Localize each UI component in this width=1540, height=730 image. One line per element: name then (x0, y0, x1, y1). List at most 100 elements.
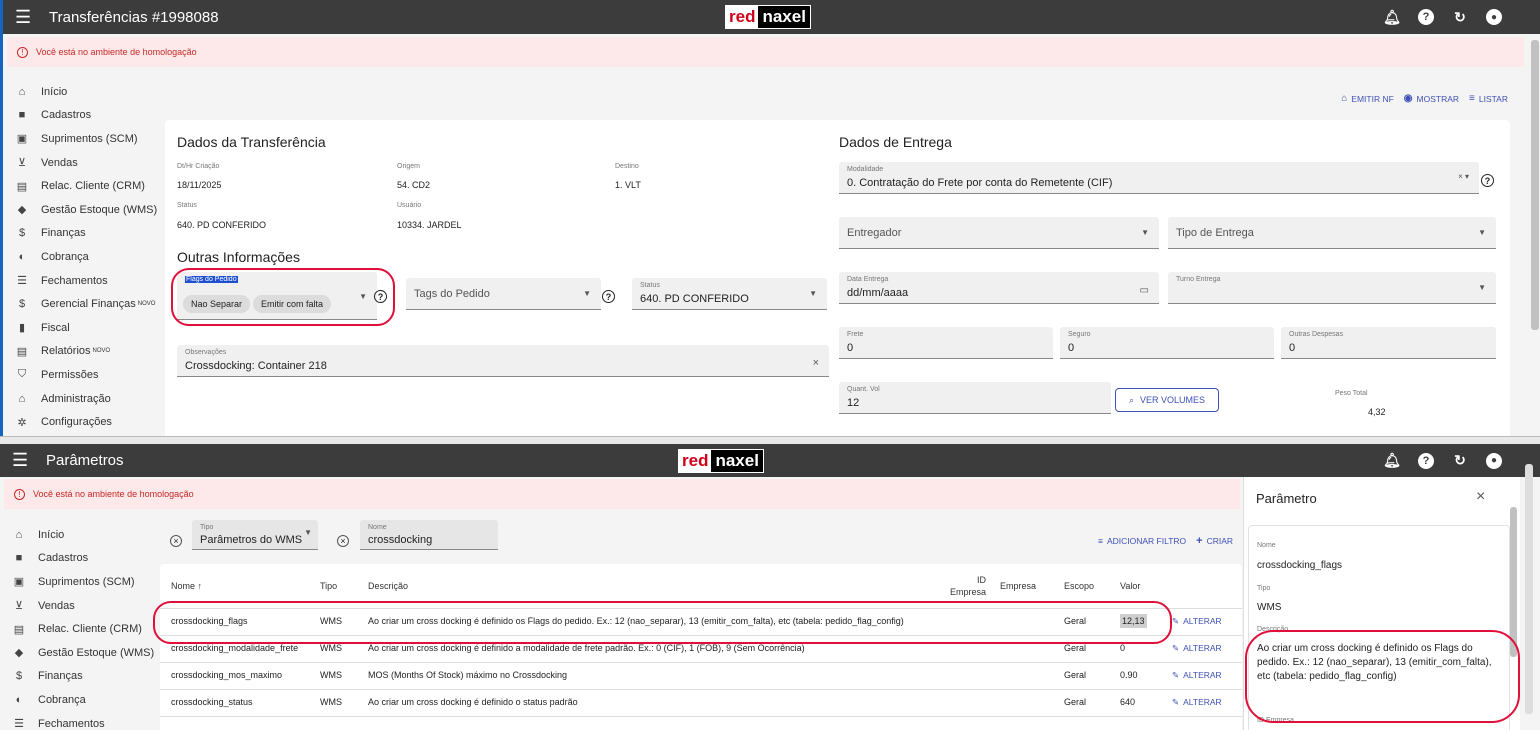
sidebar-item-cobranca[interactable]: ◐ Cobrança (3, 245, 163, 269)
dropdown-arrow-icon[interactable]: ▼ (304, 528, 312, 537)
flags-select[interactable]: Flags do Pedido Nao Separar Emitir com fa… (177, 272, 377, 320)
sidebar-item-inicio[interactable]: ⌂ Início (3, 80, 163, 104)
menu-icon[interactable]: ☰ (15, 7, 35, 28)
screenshot-separator (0, 436, 1540, 444)
money-icon: $ (18, 227, 26, 240)
sidebar-item-vendas[interactable]: ⊻ Vendas (3, 151, 163, 175)
seguro-field[interactable]: Seguro 0 (1060, 327, 1274, 359)
sort-arrow-up-icon[interactable]: ↑ (198, 581, 203, 591)
observacoes-field[interactable]: Observações Crossdocking: Container 218 … (177, 345, 829, 377)
listar-button[interactable]: ≡ LISTAR (1469, 93, 1508, 104)
account-icon[interactable]: ● (1486, 9, 1502, 25)
nome-filter[interactable]: Nome crossdocking (360, 520, 498, 550)
sidebar-item-relatorios[interactable]: ▤ Relatórios NOVO (3, 340, 163, 364)
alterar-button[interactable]: ✎ ALTERAR (1172, 696, 1222, 709)
alterar-button[interactable]: ✎ ALTERAR (1172, 615, 1222, 628)
sidebar-item-financas[interactable]: $ Finanças (3, 222, 163, 246)
scrollbar[interactable] (1531, 40, 1539, 330)
sidebar-item-relac-cliente-crm[interactable]: ▤ Relac. Cliente (CRM) (3, 174, 163, 198)
refresh-icon[interactable]: ↻ (1452, 452, 1468, 469)
bell-icon[interactable]: 🔔︎ (1383, 452, 1401, 469)
col-escopo[interactable]: Escopo (1064, 564, 1120, 609)
sidebar-item-fechamentos[interactable]: ☰ Fechamentos (0, 712, 160, 730)
help-circle-icon[interactable]: ? (1481, 174, 1494, 187)
col-id-empresa[interactable]: ID Empresa (930, 564, 1000, 609)
sidebar-item-gerencial-financas[interactable]: $ Gerencial Finanças NOVO (3, 292, 163, 316)
account-icon[interactable]: ● (1486, 452, 1502, 469)
table-row[interactable]: crossdocking_mos_maximo WMS MOS (Months Of… (160, 662, 1242, 690)
help-circle-icon[interactable]: ? (374, 290, 387, 303)
modalidade-select[interactable]: Modalidade 0. Contratação do Frete por c… (839, 162, 1479, 194)
outras-despesas-field[interactable]: Outras Despesas 0 (1281, 327, 1496, 359)
tipo-filter[interactable]: Tipo Parâmetros do WMS ▼ (192, 520, 318, 550)
transfer-window: ☰ Transferências #1998088 red naxel 🔔︎ ? … (0, 0, 1540, 436)
close-icon[interactable]: × (1476, 488, 1485, 506)
dropdown-arrow-icon[interactable]: ▼ (1141, 228, 1149, 237)
help-icon[interactable]: ? (1418, 9, 1434, 25)
sidebar-item-configuracoes[interactable]: ✲ Configurações (3, 410, 163, 434)
scrollbar[interactable] (1525, 464, 1533, 714)
refresh-icon[interactable]: ↻ (1452, 9, 1468, 25)
cell-empty (1000, 662, 1064, 690)
table-row[interactable]: crossdocking_flags WMS Ao criar um cross d… (160, 608, 1242, 636)
mostrar-button[interactable]: ◉ MOSTRAR (1404, 93, 1459, 104)
entregador-select[interactable]: Entregador ▼ (839, 217, 1159, 249)
dropdown-arrow-icon[interactable]: ▼ (1478, 283, 1486, 292)
sidebar-item-relac-cliente-crm[interactable]: ▤ Relac. Cliente (CRM) (0, 617, 160, 641)
cell-valor: 640 (1120, 689, 1172, 717)
clear-icon[interactable]: × (813, 357, 819, 369)
criar-button[interactable]: + CRIAR (1196, 535, 1233, 547)
tags-select[interactable]: Tags do Pedido ▼ (406, 278, 601, 310)
emitir-nf-button[interactable]: ⌂ EMITIR NF (1341, 93, 1394, 104)
table-row[interactable]: crossdocking_status WMS Ao criar um cross … (160, 689, 1242, 717)
sidebar-item-gestao-estoque-wms[interactable]: ◆ Gestão Estoque (WMS) (3, 198, 163, 222)
frete-field[interactable]: Frete 0 (839, 327, 1053, 359)
sidebar-item-gestao-estoque-wms[interactable]: ◆ Gestão Estoque (WMS) (0, 641, 160, 665)
col-valor[interactable]: Valor (1120, 564, 1172, 609)
sidebar-item-inicio[interactable]: ⌂ Início (0, 523, 160, 547)
add-filter-button[interactable]: ≡ ADICIONAR FILTRO (1098, 536, 1186, 546)
sidebar-item-cadastros[interactable]: ■ Cadastros (0, 547, 160, 571)
obs-label: Observações (185, 349, 227, 356)
sidebar-item-cadastros[interactable]: ■ Cadastros (3, 104, 163, 128)
help-icon[interactable]: ? (1418, 452, 1434, 469)
col-descricao[interactable]: Descrição (368, 564, 930, 609)
menu-icon[interactable]: ☰ (12, 450, 32, 471)
alterar-button[interactable]: ✎ ALTERAR (1172, 642, 1222, 655)
sidebar-item-financas[interactable]: $ Finanças (0, 665, 160, 689)
col-tipo[interactable]: Tipo (320, 564, 368, 609)
tipo-entrega-select[interactable]: Tipo de Entrega ▼ (1168, 217, 1496, 249)
data-entrega-field[interactable]: Data Entrega dd/mm/aaaa ▭ (839, 272, 1159, 304)
sidebar-item-suprimentos-scm[interactable]: ▣ Suprimentos (SCM) (3, 127, 163, 151)
help-circle-icon[interactable]: ? (602, 290, 615, 303)
dropdown-arrow-icon[interactable]: ▼ (583, 289, 591, 298)
turno-entrega-select[interactable]: Turno Entrega ▼ (1168, 272, 1496, 304)
chip-emitir-com-falta[interactable]: Emitir com falta (253, 295, 332, 313)
alterar-button[interactable]: ✎ ALTERAR (1172, 669, 1222, 682)
col-empresa[interactable]: Empresa (1000, 564, 1064, 609)
clear-dropdown-icon[interactable]: × ▾ (1458, 172, 1469, 181)
clear-filter-icon[interactable]: × (337, 535, 349, 547)
sidebar-item-administracao[interactable]: ⌂ Administração (3, 387, 163, 411)
calendar-icon[interactable]: ▭ (1140, 285, 1149, 296)
ver-volumes-button[interactable]: ⌕ VER VOLUMES (1115, 388, 1219, 412)
quant-vol-field[interactable]: Quant. Vol 12 (839, 382, 1111, 414)
chip-nao-separar[interactable]: Nao Separar (183, 295, 251, 313)
sidebar-item-permissoes[interactable]: ⛉ Permissões (3, 363, 163, 387)
sidebar-item-fechamentos[interactable]: ☰ Fechamentos (3, 269, 163, 293)
sidebar-item-suprimentos-scm[interactable]: ▣ Suprimentos (SCM) (0, 570, 160, 594)
sidebar-item-cobranca[interactable]: ◐ Cobrança (0, 688, 160, 712)
sidebar-item-fiscal[interactable]: ▮ Fiscal (3, 316, 163, 340)
sidebar-item-vendas[interactable]: ⊻ Vendas (0, 594, 160, 618)
dropdown-arrow-icon[interactable]: ▼ (1478, 228, 1486, 237)
clear-filter-icon[interactable]: × (170, 535, 182, 547)
status-select[interactable]: Status 640. PD CONFERIDO ▼ (632, 278, 827, 310)
bell-icon[interactable]: 🔔︎ (1383, 9, 1401, 25)
eye-icon: ◉ (1403, 93, 1413, 104)
table-row[interactable]: crossdocking_modalidade_frete WMS Ao criar… (160, 635, 1242, 663)
col-nome[interactable]: Nome ↑ (160, 564, 320, 609)
dropdown-arrow-icon[interactable]: ▼ (359, 292, 367, 301)
panel-scrollbar[interactable] (1510, 507, 1517, 657)
coin-icon: ◐ (18, 250, 26, 263)
dropdown-arrow-icon[interactable]: ▼ (809, 289, 817, 298)
